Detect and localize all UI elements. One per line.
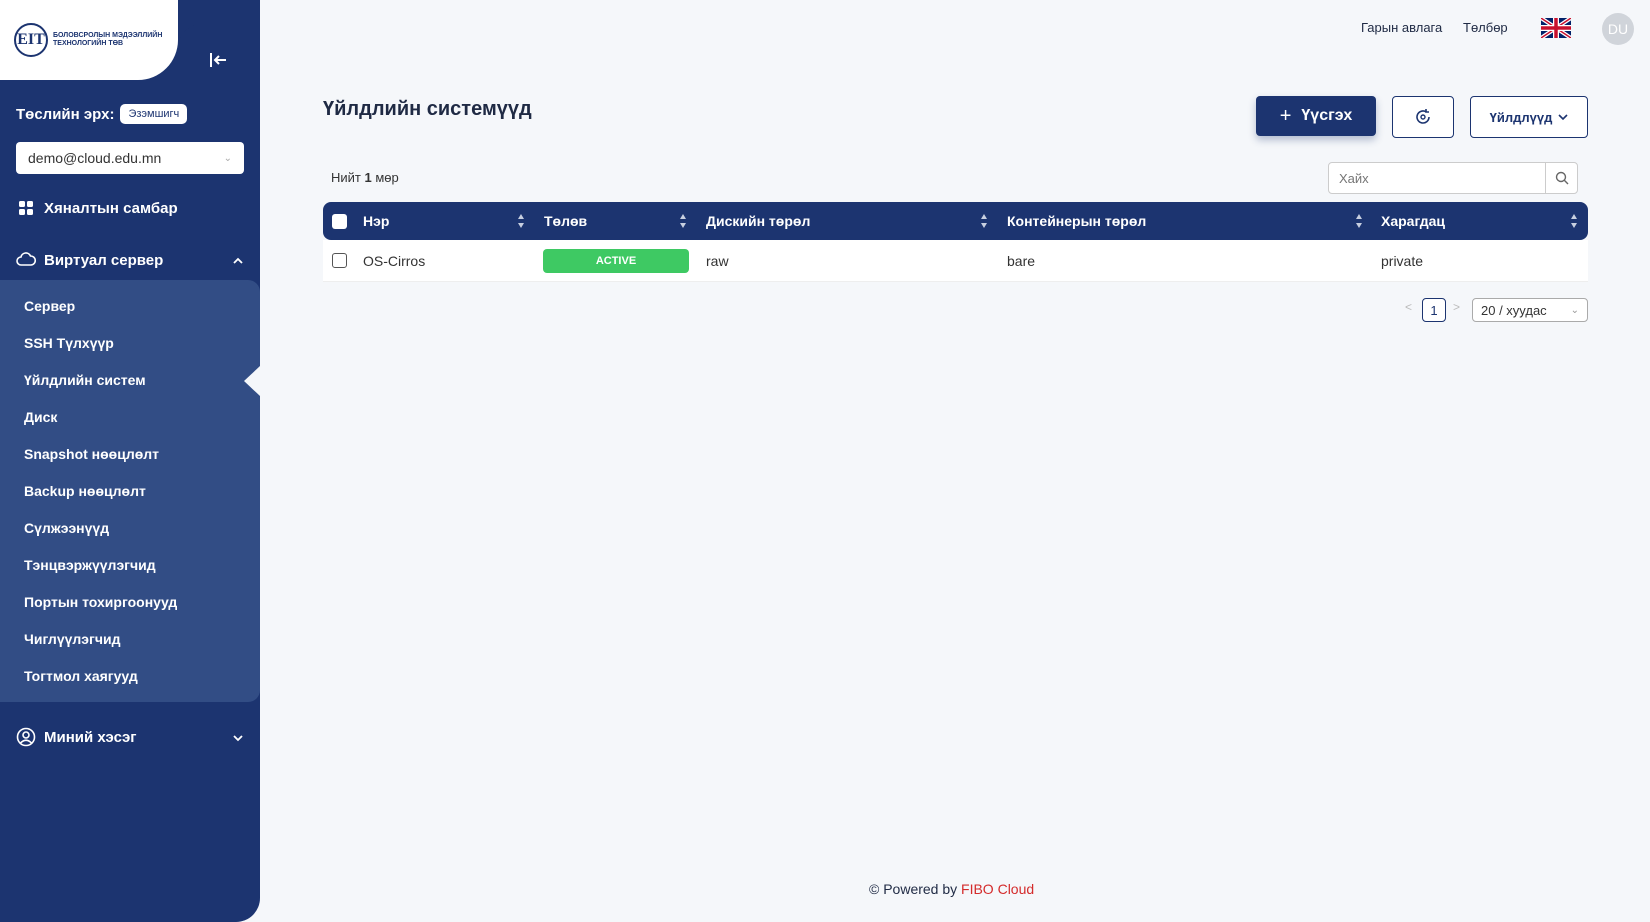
search-box bbox=[1328, 162, 1578, 194]
role-label: Төслийн эрх: bbox=[16, 105, 115, 123]
chevron-down-icon: ⌄ bbox=[1570, 304, 1579, 316]
chevron-down-icon: ⌄ bbox=[223, 152, 232, 164]
logo[interactable]: ЕIТ БОЛОВСРОЛЫН МЭДЭЭЛЛИЙН ТЕХНОЛОГИЙН Т… bbox=[0, 0, 178, 80]
search-button[interactable] bbox=[1545, 163, 1577, 193]
search-icon bbox=[1555, 171, 1568, 185]
page-title: Үйлдлийн системүүд bbox=[323, 98, 532, 120]
create-button-label: Үүсгэх bbox=[1301, 107, 1353, 124]
total-count: Нийт 1 мөр bbox=[331, 170, 399, 185]
sort-icon[interactable] bbox=[1570, 212, 1578, 230]
search-input[interactable] bbox=[1329, 163, 1545, 193]
cell-name[interactable]: OS-Cirros bbox=[363, 253, 425, 269]
chevron-down-icon bbox=[232, 729, 244, 746]
nav-dashboard[interactable]: Хяналтын самбар bbox=[16, 198, 244, 218]
virtual-server-submenu: Сервер SSH Түлхүүр Үйлдлийн систем Диск … bbox=[0, 280, 260, 702]
actions-label: Үйлдлүүд bbox=[1489, 109, 1553, 125]
refresh-button[interactable] bbox=[1392, 96, 1454, 138]
nav-my-section[interactable]: Миний хэсэг bbox=[16, 727, 244, 747]
dashboard-icon bbox=[16, 198, 36, 218]
sidebar-item-backup[interactable]: Backup нөөцлөлт bbox=[24, 483, 146, 499]
page-number[interactable]: 1 bbox=[1422, 298, 1446, 322]
footer: © Powered by FIBO Cloud bbox=[869, 881, 1034, 897]
total-prefix: Нийт bbox=[331, 170, 361, 185]
chevron-up-icon bbox=[232, 252, 244, 269]
status-badge: ACTIVE bbox=[543, 249, 689, 273]
sidebar-item-os[interactable]: Үйлдлийн систем bbox=[24, 372, 146, 388]
sort-icon[interactable] bbox=[1355, 212, 1363, 230]
nav-dashboard-label: Хяналтын самбар bbox=[44, 199, 178, 217]
page-size-select[interactable]: 20 / хуудас ⌄ bbox=[1472, 298, 1588, 322]
row-checkbox[interactable] bbox=[332, 253, 347, 268]
active-item-indicator bbox=[244, 366, 260, 396]
user-icon bbox=[16, 727, 36, 747]
sidebar: ЕIТ БОЛОВСРОЛЫН МЭДЭЭЛЛИЙН ТЕХНОЛОГИЙН Т… bbox=[0, 0, 260, 922]
logo-text: БОЛОВСРОЛЫН МЭДЭЭЛЛИЙН ТЕХНОЛОГИЙН ТӨВ bbox=[53, 32, 163, 47]
sidebar-item-snapshot[interactable]: Snapshot нөөцлөлт bbox=[24, 446, 159, 462]
sort-icon[interactable] bbox=[517, 212, 525, 230]
create-button[interactable]: + Үүсгэх bbox=[1256, 96, 1376, 136]
nav-my-section-label: Миний хэсэг bbox=[44, 728, 137, 746]
page-size-value: 20 / хуудас bbox=[1481, 302, 1547, 318]
sort-icon[interactable] bbox=[980, 212, 988, 230]
footer-prefix: © Powered by bbox=[869, 881, 958, 897]
refresh-icon bbox=[1416, 109, 1430, 124]
nav-virtual-server[interactable]: Виртуал сервер bbox=[16, 250, 244, 270]
table-header: Нэр Төлөв Дискийн төрөл Контейнерын төрө… bbox=[323, 202, 1588, 240]
avatar[interactable]: DU bbox=[1602, 13, 1634, 45]
actions-dropdown[interactable]: Үйлдлүүд bbox=[1470, 96, 1588, 138]
plus-icon: + bbox=[1279, 104, 1292, 127]
cloud-icon bbox=[16, 250, 36, 270]
select-all-checkbox[interactable] bbox=[332, 214, 347, 229]
sidebar-item-server[interactable]: Сервер bbox=[24, 298, 75, 314]
total-number: 1 bbox=[364, 170, 372, 185]
collapse-sidebar-icon[interactable] bbox=[207, 50, 229, 70]
sidebar-item-routers[interactable]: Чиглүүлэгчид bbox=[24, 631, 120, 647]
payment-link[interactable]: Төлбөр bbox=[1463, 20, 1508, 35]
next-page-icon[interactable]: > bbox=[1453, 300, 1460, 314]
table-row[interactable]: OS-Cirros ACTIVE raw bare private bbox=[323, 240, 1588, 282]
sidebar-item-disk[interactable]: Диск bbox=[24, 409, 57, 425]
account-select[interactable]: demo@cloud.edu.mn ⌄ bbox=[16, 142, 244, 174]
footer-brand-link[interactable]: FIBO Cloud bbox=[961, 881, 1034, 897]
nav-virtual-server-label: Виртуал сервер bbox=[44, 251, 164, 269]
chevron-down-icon bbox=[1558, 113, 1568, 120]
column-header-name[interactable]: Нэр bbox=[363, 213, 389, 229]
sidebar-item-ssh-key[interactable]: SSH Түлхүүр bbox=[24, 335, 114, 351]
role-row: Төслийн эрх: Эзэмшигч bbox=[16, 104, 188, 124]
total-suffix: мөр bbox=[375, 170, 399, 185]
column-header-visibility[interactable]: Харагдац bbox=[1381, 213, 1445, 229]
column-header-disk-type[interactable]: Дискийн төрөл bbox=[706, 213, 810, 229]
logo-mark: ЕIТ bbox=[14, 23, 48, 57]
guide-link[interactable]: Гарын авлага bbox=[1361, 20, 1442, 35]
column-header-container-type[interactable]: Контейнерын төрөл bbox=[1007, 213, 1146, 229]
sidebar-item-networks[interactable]: Сүлжээнүүд bbox=[24, 520, 109, 536]
prev-page-icon[interactable]: < bbox=[1405, 300, 1412, 314]
sort-icon[interactable] bbox=[679, 212, 687, 230]
column-header-status[interactable]: Төлөв bbox=[544, 213, 587, 229]
sidebar-item-floating-ips[interactable]: Тогтмол хаягууд bbox=[24, 668, 138, 684]
sidebar-item-ports[interactable]: Портын тохиргоонууд bbox=[24, 594, 177, 610]
uk-flag-icon[interactable] bbox=[1539, 16, 1573, 40]
cell-container-type: bare bbox=[1007, 253, 1036, 269]
account-value: demo@cloud.edu.mn bbox=[28, 150, 162, 166]
role-badge: Эзэмшигч bbox=[120, 104, 188, 124]
sidebar-item-load-balancers[interactable]: Тэнцвэржүүлэгчид bbox=[24, 557, 156, 573]
cell-disk-type: raw bbox=[706, 253, 729, 269]
cell-visibility: private bbox=[1381, 253, 1424, 269]
